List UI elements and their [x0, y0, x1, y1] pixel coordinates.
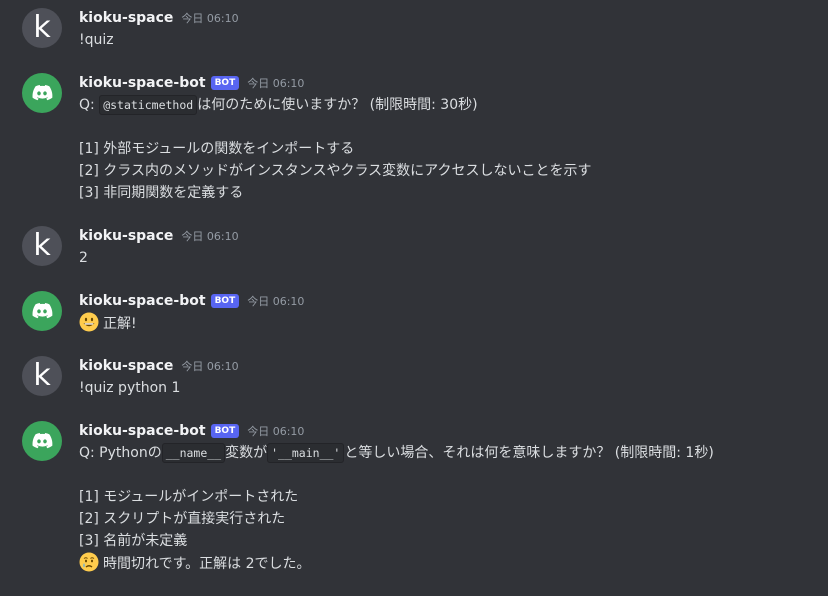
bot-tag: BOT [210, 76, 240, 90]
message-header: kioku-space-bot BOT 今日 06:10 [79, 421, 304, 441]
question-line: Q: Pythonの __name__ 変数が '__main__' と等しい場合、それ… [79, 443, 714, 463]
username[interactable]: kioku-space-bot [79, 75, 206, 91]
username[interactable]: kioku-space-bot [79, 293, 206, 309]
crying-face-icon [79, 552, 99, 572]
message-text: 正解! [103, 316, 137, 332]
timeout-text: 時間切れです。正解は 2でした。 [103, 556, 311, 572]
timestamp: 今日 06:10 [247, 295, 305, 308]
message-header: kioku-space 今日 06:10 [79, 356, 239, 376]
quiz-option: [2] クラス内のメソッドがインスタンスやクラス変数にアクセスしないことを示す [79, 163, 592, 179]
quiz-option: [1] モジュールがインポートされた [79, 489, 299, 505]
timestamp: 今日 06:10 [181, 12, 239, 25]
username[interactable]: kioku-space-bot [79, 423, 206, 439]
message-content: !quiz python 1 [79, 377, 180, 399]
message-text: !quiz [79, 32, 114, 48]
message-header: kioku-space-bot BOT 今日 06:10 [79, 73, 304, 93]
quiz-option: [2] スクリプトが直接実行された [79, 511, 286, 527]
question-line: Q: @staticmethod は何のために使いますか？ (制限時間: 30秒) [79, 95, 478, 115]
message-content: 2 [79, 247, 88, 269]
grinning-face-icon [79, 312, 99, 332]
timestamp: 今日 06:10 [181, 230, 239, 243]
message-header: kioku-space 今日 06:10 [79, 8, 239, 28]
message-content: 正解! [79, 312, 137, 334]
inline-code: '__main__' [267, 443, 345, 463]
username[interactable]: kioku-space [79, 358, 173, 374]
message-header: kioku-space-bot BOT 今日 06:10 [79, 291, 304, 311]
quiz-option: [3] 非同期関数を定義する [79, 185, 244, 201]
inline-code: __name__ [161, 443, 226, 463]
message-content: Q: @staticmethod は何のために使いますか？ (制限時間: 30秒)… [79, 94, 591, 204]
discord-logo-icon [32, 85, 53, 101]
discord-logo-icon [32, 303, 53, 319]
bot-avatar[interactable] [22, 73, 62, 113]
username[interactable]: kioku-space [79, 228, 173, 244]
timestamp: 今日 06:10 [247, 77, 305, 90]
bot-tag: BOT [210, 424, 240, 438]
bot-tag: BOT [210, 294, 240, 308]
discord-logo-icon [32, 433, 53, 449]
avatar[interactable]: k [22, 356, 62, 396]
quiz-option: [1] 外部モジュールの関数をインポートする [79, 141, 355, 157]
message-text: 2 [79, 250, 88, 266]
avatar[interactable]: k [22, 8, 62, 48]
bot-avatar[interactable] [22, 421, 62, 461]
message-header: kioku-space 今日 06:10 [79, 226, 239, 246]
username[interactable]: kioku-space [79, 10, 173, 26]
timestamp: 今日 06:10 [247, 425, 305, 438]
inline-code: @staticmethod [99, 95, 198, 115]
message-content: Q: Pythonの __name__ 変数が '__main__' と等しい場合、それ… [79, 442, 714, 574]
message-content: !quiz [79, 29, 114, 51]
timestamp: 今日 06:10 [181, 360, 239, 373]
avatar[interactable]: k [22, 226, 62, 266]
bot-avatar[interactable] [22, 291, 62, 331]
quiz-option: [3] 名前が未定義 [79, 533, 188, 549]
message-text: !quiz python 1 [79, 380, 181, 396]
